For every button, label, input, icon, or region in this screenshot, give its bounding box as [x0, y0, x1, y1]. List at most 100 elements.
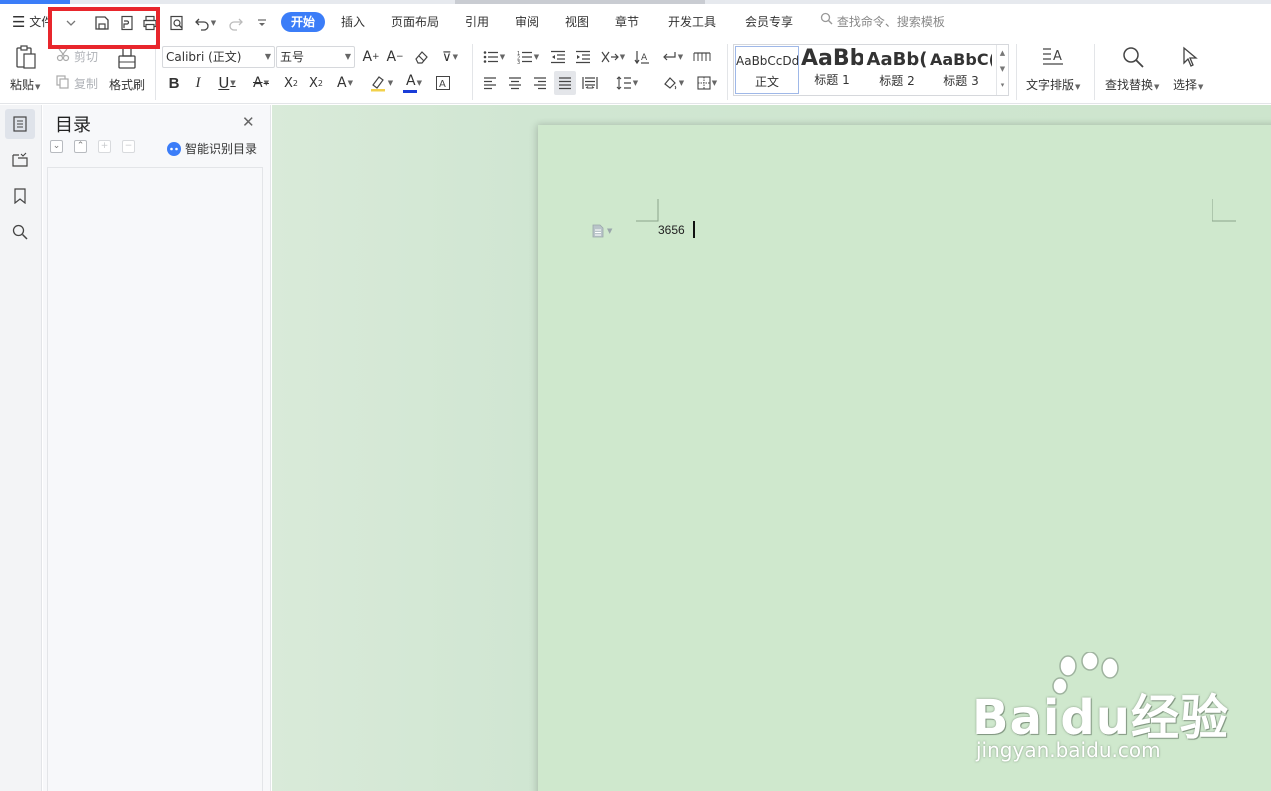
smart-toc-button[interactable]: 智能识别目录 [167, 140, 257, 157]
bullet-list-icon[interactable]: ▼ [480, 47, 508, 67]
justify-icon[interactable] [554, 71, 576, 95]
caret-down-icon: ▼ [607, 227, 613, 235]
tab-review[interactable]: 审阅 [515, 4, 539, 40]
format-painter-icon [115, 44, 139, 72]
document-canvas[interactable]: ▼ 3656 Baidu经验 jingyan.baidu.com [272, 105, 1271, 791]
document-outline-icon [13, 116, 27, 132]
toc-list[interactable] [47, 167, 263, 791]
tab-member[interactable]: 会员专享 [745, 4, 793, 40]
select-cursor-icon [1178, 44, 1202, 70]
remove-level-icon[interactable]: − [122, 140, 135, 153]
pinyin-guide-icon[interactable]: ⊽ ▼ [437, 47, 463, 67]
tab-developer-tools[interactable]: 开发工具 [668, 4, 716, 40]
style-normal[interactable]: AaBbCcDd 正文 [735, 46, 799, 94]
tab-home[interactable]: 开始 [281, 12, 326, 32]
style-heading-3[interactable]: AaBbC( 标题 3 [930, 46, 992, 94]
print-preview-button[interactable] [167, 13, 187, 33]
collapse-all-icon[interactable]: ⌄ [50, 140, 63, 153]
nav-chapter-button[interactable] [5, 145, 35, 175]
shrink-font-icon[interactable]: A − [385, 47, 405, 67]
smart-recognize-icon [167, 141, 181, 156]
redo-icon [229, 18, 243, 31]
hamburger-icon: ☰ [12, 13, 26, 31]
undo-dropdown[interactable]: ▼ [208, 13, 218, 33]
tab-references[interactable]: 引用 [465, 4, 489, 40]
style-heading-2[interactable]: AaBb( 标题 2 [866, 46, 928, 94]
nav-search-button[interactable] [5, 217, 35, 247]
show-hide-marks-icon[interactable] [691, 47, 713, 67]
tab-chapter[interactable]: 章节 [615, 4, 639, 40]
save-button[interactable] [92, 13, 112, 33]
command-search[interactable]: 查找命令、搜索模板 [820, 4, 945, 40]
shading-icon[interactable]: ▼ [658, 72, 688, 94]
document-text[interactable]: 3656 [658, 223, 685, 237]
line-break-icon[interactable]: ▼ [657, 47, 687, 67]
redo-button[interactable] [226, 13, 246, 33]
expand-up-icon[interactable]: ⌃ [74, 140, 87, 153]
bold-icon[interactable]: B [164, 72, 184, 94]
tab-page-layout[interactable]: 页面布局 [391, 4, 439, 40]
style-heading-3-sample: AaBbC( [930, 50, 992, 69]
print-icon [143, 15, 157, 31]
quick-access-dropdown[interactable] [61, 13, 81, 33]
character-border-icon[interactable]: A [433, 72, 453, 94]
numbered-list-icon[interactable]: 1 2 3 ▼ [514, 47, 542, 67]
document-icon [592, 224, 604, 238]
svg-text:A: A [641, 53, 648, 63]
style-heading-1[interactable]: AaBb 标题 1 [801, 46, 863, 94]
grow-font-icon[interactable]: A + [361, 47, 381, 67]
line-spacing-icon[interactable]: ▼ [612, 72, 642, 94]
left-nav-strip [0, 105, 42, 791]
svg-text:3: 3 [517, 60, 520, 64]
nav-bookmark-button[interactable] [5, 181, 35, 211]
font-color-icon[interactable]: A▼ [400, 72, 428, 94]
borders-icon[interactable]: ▼ [692, 72, 722, 94]
paste-label[interactable]: 粘贴▼ [10, 76, 40, 93]
text-direction-icon[interactable]: A [632, 47, 652, 67]
text-effect-icon[interactable]: A ▼ [331, 72, 359, 94]
chinese-layout-icon[interactable]: ▼ [598, 47, 628, 67]
copy-button[interactable]: 复制 [74, 75, 98, 92]
font-name-select[interactable]: Calibri (正文) ▼ [162, 46, 275, 68]
italic-icon[interactable]: I [188, 72, 208, 94]
paste-button[interactable] [12, 44, 40, 72]
font-size-select[interactable]: 五号 ▼ [276, 46, 355, 68]
decrease-indent-icon[interactable] [548, 47, 568, 67]
cut-icon [55, 47, 71, 63]
print-button[interactable] [140, 13, 160, 33]
svg-text:A: A [439, 79, 446, 90]
paragraph-menu-button[interactable]: ▼ [592, 224, 612, 238]
text-layout-button[interactable]: 文字排版▼ [1026, 76, 1080, 93]
select-button[interactable]: 选择▼ [1173, 76, 1203, 93]
save-icon [95, 16, 109, 30]
superscript-icon[interactable]: X2 [280, 72, 302, 94]
subscript-icon[interactable]: X2 [305, 72, 327, 94]
tab-view[interactable]: 视图 [565, 4, 589, 40]
file-menu-button[interactable]: ☰ 文件 [12, 4, 51, 40]
cut-button[interactable]: 剪切 [74, 48, 98, 65]
close-icon[interactable]: ✕ [242, 113, 255, 131]
font-size-value: 五号 [280, 50, 305, 64]
find-replace-button[interactable]: 查找替换▼ [1105, 76, 1159, 93]
increase-indent-icon[interactable] [573, 47, 593, 67]
underline-icon[interactable]: U ▼ [212, 72, 242, 94]
format-painter-button[interactable]: 格式刷 [109, 76, 145, 93]
align-right-icon[interactable] [530, 72, 550, 94]
style-heading-2-caption: 标题 2 [879, 74, 915, 88]
print-preview-icon [170, 15, 183, 31]
customize-quick-access-button[interactable] [252, 13, 272, 33]
export-pdf-button[interactable] [117, 13, 137, 33]
caret-down-icon: ▼ [210, 19, 217, 27]
tab-insert[interactable]: 插入 [341, 4, 365, 40]
strikethrough-icon[interactable]: A ▼ [247, 72, 275, 94]
align-left-icon[interactable] [480, 72, 500, 94]
clear-formatting-icon[interactable] [411, 47, 431, 67]
add-level-icon[interactable]: + [98, 140, 111, 153]
style-gallery-scroll[interactable]: ▲ ▼ ▾ [996, 45, 1008, 95]
align-center-icon[interactable] [505, 72, 525, 94]
distributed-align-icon[interactable] [580, 72, 600, 94]
toc-title: 目录 [55, 115, 91, 136]
nav-toc-button[interactable] [5, 109, 35, 139]
highlight-color-icon[interactable]: ▼ [366, 72, 396, 94]
paste-icon [16, 45, 36, 69]
